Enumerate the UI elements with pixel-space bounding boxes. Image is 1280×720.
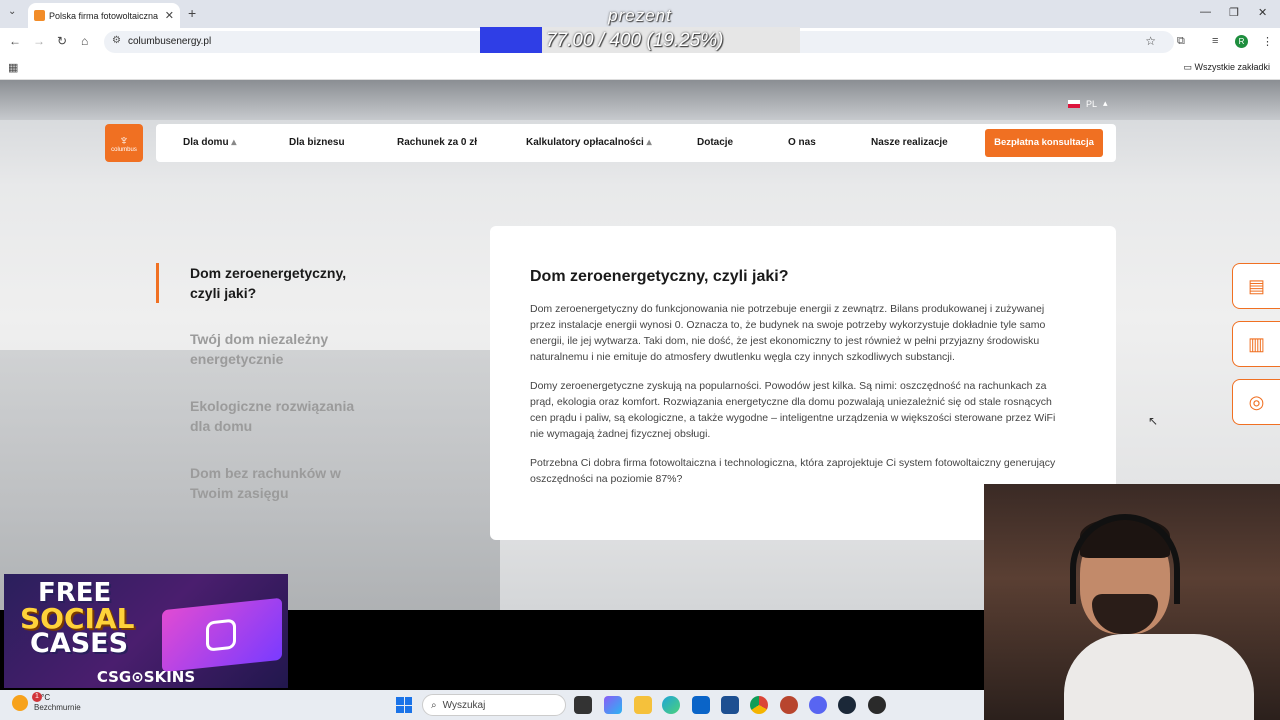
poland-flag-icon: [1068, 99, 1080, 108]
windows-taskbar: 1 -4°C Bezchmurnie ⌕ Wyszukaj: [0, 690, 984, 720]
card-heading: Dom zeroenergetyczny, czyli jaki?: [530, 268, 789, 285]
logo-mark-icon: ♆: [118, 132, 130, 148]
store-icon[interactable]: [721, 696, 739, 714]
home-icon[interactable]: ⌂: [81, 34, 88, 48]
forward-icon[interactable]: →: [33, 34, 45, 48]
card-paragraph-2: Domy zeroenergetyczne zyskują na popular…: [530, 380, 1056, 440]
person-shirt: [1064, 634, 1254, 720]
caret-up-icon: ▴: [228, 137, 237, 148]
progress-text: 77.00 / 400 (19.25%): [546, 30, 724, 51]
nav-item-label: Dla domu: [183, 137, 229, 148]
file-explorer-icon[interactable]: [634, 696, 652, 714]
nav-item-6[interactable]: O nas: [788, 137, 816, 148]
all-bookmarks-label: Wszystkie zakładki: [1194, 62, 1270, 72]
all-bookmarks-link[interactable]: ▭ Wszystkie zakładki: [1183, 62, 1270, 73]
copilot-icon[interactable]: [604, 696, 622, 714]
language-label: PL: [1086, 98, 1098, 109]
site-info-icon[interactable]: ⚙: [112, 35, 121, 46]
language-selector[interactable]: PL ▴: [1068, 98, 1108, 109]
reload-icon[interactable]: ↻: [57, 34, 67, 48]
chrome-icon[interactable]: [750, 696, 768, 714]
card-paragraph-3: Potrzebna Ci dobra firma fotowoltaiczna …: [530, 457, 1056, 485]
columbus-logo[interactable]: ♆ columbus: [105, 124, 143, 162]
nav-item-4[interactable]: Kalkulatory opłacalności ▴: [526, 137, 652, 148]
webcam-feed: [984, 484, 1280, 720]
nav-item-label: O nas: [788, 137, 816, 148]
language-caret-icon: ▴: [1103, 98, 1108, 108]
search-placeholder: Wyszukaj: [442, 699, 486, 711]
steam-icon[interactable]: [838, 696, 856, 714]
logo-text: columbus: [111, 147, 137, 153]
mouse-cursor-icon: ↖: [1148, 414, 1159, 428]
weather-condition: Bezchmurnie: [34, 703, 81, 712]
nav-item-label: Rachunek za 0 zł: [397, 137, 478, 148]
nav-item-5[interactable]: Dotacje: [697, 137, 733, 148]
weather-widget[interactable]: 1 -4°C Bezchmurnie: [12, 692, 81, 713]
case-box-image: [162, 597, 282, 673]
document-icon[interactable]: ▥: [1232, 321, 1280, 367]
nav-item-label: Dla biznesu: [289, 137, 345, 148]
extensions-icon[interactable]: ⧉: [1177, 35, 1185, 48]
windows-start-icon[interactable]: [396, 697, 412, 713]
task-view-icon[interactable]: [574, 696, 592, 714]
caret-up-icon: ▴: [643, 137, 652, 148]
nav-item-1[interactable]: Dla domu ▴: [183, 137, 236, 148]
nav-item-7[interactable]: Nasze realizacje: [871, 137, 948, 148]
discord-icon[interactable]: [809, 696, 827, 714]
ad-brand: CSG⊙SKINS: [96, 668, 196, 686]
outlook-icon[interactable]: [692, 696, 710, 714]
edge-icon[interactable]: [662, 696, 680, 714]
ad-line-3: CASES: [30, 628, 129, 659]
bookmark-star-icon[interactable]: ☆: [1145, 34, 1156, 48]
coins-icon[interactable]: ◎: [1232, 379, 1280, 425]
nav-item-label: Kalkulatory opłacalności: [526, 137, 644, 148]
nav-item-3[interactable]: Rachunek za 0 zł: [397, 137, 477, 148]
advertisement-banner[interactable]: FREE SOCIAL CASES CSG⊙SKINS: [4, 574, 288, 688]
nav-item-label: Dotacje: [697, 137, 734, 148]
free-consultation-button[interactable]: Bezpłatna konsultacja: [985, 129, 1103, 157]
nav-item-label: Nasze realizacje: [871, 137, 948, 148]
app-icon-2[interactable]: [868, 696, 886, 714]
instagram-icon: [206, 618, 236, 652]
taskbar-search[interactable]: ⌕ Wyszukaj: [422, 694, 566, 716]
progress-fill: [480, 27, 542, 53]
media-icon[interactable]: ≡: [1212, 35, 1218, 47]
bookmarks-bar: ▦ ▭ Wszystkie zakładki: [0, 56, 1280, 80]
menu-icon[interactable]: ⋮: [1262, 35, 1273, 48]
sidebar-active-indicator: [156, 263, 159, 303]
weather-sun-icon: [12, 695, 28, 711]
notification-badge: 1: [32, 692, 42, 702]
back-icon[interactable]: ←: [9, 34, 21, 48]
url-text[interactable]: columbusenergy.pl: [128, 36, 211, 47]
profile-avatar[interactable]: R: [1235, 35, 1248, 48]
nav-item-2[interactable]: Dla biznesu: [289, 137, 345, 148]
search-icon: ⌕: [431, 699, 437, 711]
sidebar-item-1[interactable]: Dom zeroenergetyczny, czyli jaki?: [190, 263, 370, 303]
app-icon-1[interactable]: [780, 696, 798, 714]
sidebar-item-2[interactable]: Twój dom niezależny energetycznie: [190, 329, 370, 369]
stream-goal-progress: 77.00 / 400 (19.25%): [480, 27, 800, 53]
card-paragraph-1: Dom zeroenergetyczny do funkcjonowania n…: [530, 303, 1046, 363]
calculator-icon[interactable]: ▤: [1232, 263, 1280, 309]
apps-icon[interactable]: ▦: [8, 61, 18, 74]
sidebar-item-4[interactable]: Dom bez rachunków w Twoim zasięgu: [190, 463, 370, 503]
stream-goal-title: prezent: [608, 6, 672, 25]
sidebar-item-3[interactable]: Ekologiczne rozwiązania dla domu: [190, 396, 370, 436]
